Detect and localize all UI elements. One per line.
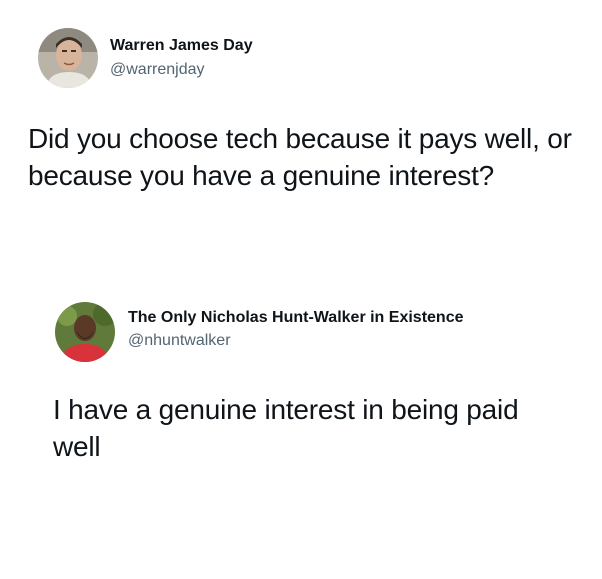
author-name[interactable]: Warren James Day	[110, 36, 253, 56]
author-avatar[interactable]	[38, 28, 98, 88]
author-name[interactable]: The Only Nicholas Hunt-Walker in Existen…	[128, 308, 463, 328]
tweet-text: I have a genuine interest in being paid …	[53, 394, 519, 462]
author-handle[interactable]: @nhuntwalker	[128, 331, 231, 351]
author-avatar[interactable]	[55, 302, 115, 362]
tweet-text: Did you choose tech because it pays well…	[28, 123, 572, 191]
author-handle[interactable]: @warrenjday	[110, 60, 205, 80]
avatar-photo-icon	[38, 28, 98, 88]
avatar-photo-icon	[55, 302, 115, 362]
